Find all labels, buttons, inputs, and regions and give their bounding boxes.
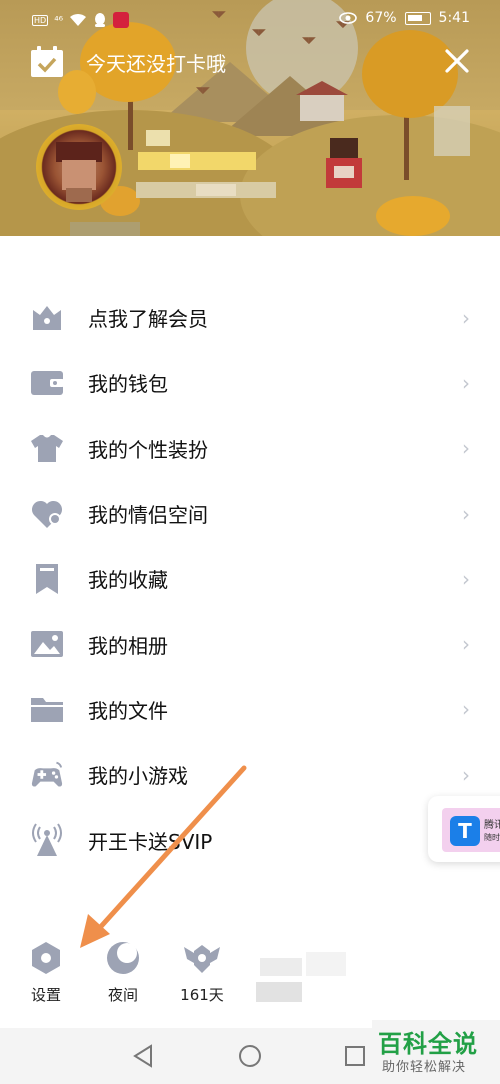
image-icon <box>30 627 64 661</box>
floating-card-inner: T 腾讯 随时 <box>442 808 500 852</box>
menu-item-label: 我的相册 <box>88 633 168 658</box>
home-circle-icon[interactable] <box>238 1044 262 1068</box>
bottom-toolbar: 设置 夜间 161天 <box>0 938 500 1014</box>
menu-item-king-card[interactable]: 开王卡送SVIP <box>0 807 500 872</box>
settings-button[interactable]: 设置 <box>16 938 76 1005</box>
checkin-row[interactable]: 今天还没打卡哦 <box>30 46 226 78</box>
menu-item-label: 我的钱包 <box>88 372 168 397</box>
menu-item-wallet[interactable]: 我的钱包 › <box>0 350 500 415</box>
close-icon[interactable] <box>440 44 474 78</box>
night-mode-button[interactable]: 夜间 <box>93 938 153 1005</box>
battery-percent: 67% <box>365 10 397 26</box>
menu-item-files[interactable]: 我的文件 › <box>0 677 500 742</box>
bird-icon: ◥◤ <box>196 86 210 96</box>
pixelated-item <box>256 948 356 1006</box>
badge-pixelated <box>326 138 362 190</box>
vip-label-pixelated <box>70 222 140 236</box>
bookmark-icon <box>30 562 64 596</box>
menu-item-minigames[interactable]: 我的小游戏 › <box>0 742 500 807</box>
banner-pixelated <box>434 106 470 156</box>
heart-icon <box>30 497 64 531</box>
winged-badge-icon <box>182 938 222 978</box>
status-left: HD ⁴⁶ <box>32 12 130 28</box>
back-triangle-icon[interactable] <box>132 1044 154 1068</box>
chevron-right-icon: › <box>462 501 470 526</box>
drawer-menu: 点我了解会员 › 我的钱包 › 我的个性装扮 › 我的情侣空间 › 我的收藏 › <box>0 285 500 873</box>
floating-card-subtitle: 随时 <box>484 833 500 842</box>
menu-item-couple-space[interactable]: 我的情侣空间 › <box>0 481 500 546</box>
floating-card-title: 腾讯 <box>484 820 500 831</box>
nickname-pixelated <box>136 126 296 206</box>
menu-item-label: 我的收藏 <box>88 568 168 593</box>
menu-item-label: 我的小游戏 <box>88 764 188 789</box>
chevron-right-icon: › <box>462 370 470 395</box>
battery-icon <box>404 11 431 25</box>
calendar-check-icon <box>31 46 63 77</box>
wifi-icon <box>70 13 87 26</box>
menu-item-favorites[interactable]: 我的收藏 › <box>0 546 500 611</box>
menu-item-album[interactable]: 我的相册 › <box>0 611 500 676</box>
settings-hexagon-icon <box>26 938 66 978</box>
checkin-days-label: 161天 <box>180 986 224 1004</box>
antenna-icon <box>30 823 64 857</box>
tencent-app-icon: T <box>450 816 480 846</box>
chevron-right-icon: › <box>462 697 470 722</box>
menu-item-label: 我的文件 <box>88 698 168 723</box>
menu-item-vip[interactable]: 点我了解会员 › <box>0 285 500 350</box>
qq-icon <box>95 13 106 27</box>
crown-icon <box>30 301 64 335</box>
gamepad-icon <box>30 758 64 792</box>
app-notification-icon <box>113 12 130 28</box>
folder-icon <box>30 692 64 726</box>
hd-indicator: HD <box>32 14 49 26</box>
avatar[interactable] <box>36 124 122 210</box>
shirt-icon <box>30 431 64 465</box>
clock: 5:41 <box>438 10 470 26</box>
settings-label: 设置 <box>30 986 61 1004</box>
eye-icon <box>339 12 358 24</box>
chevron-right-icon: › <box>462 762 470 787</box>
chevron-right-icon: › <box>462 566 470 591</box>
checkin-text: 今天还没打卡哦 <box>86 51 226 76</box>
menu-item-label: 我的个性装扮 <box>88 437 208 462</box>
chevron-right-icon: › <box>462 305 470 330</box>
night-mode-label: 夜间 <box>107 986 138 1004</box>
watermark-title: 百科全说 <box>378 1030 478 1058</box>
menu-item-label: 开王卡送SVIP <box>88 829 213 854</box>
checkin-days-button[interactable]: 161天 <box>172 938 232 1005</box>
floating-app-card[interactable]: T 腾讯 随时 <box>428 796 500 862</box>
chevron-right-icon: › <box>462 632 470 657</box>
status-right: 67% 5:41 <box>339 10 470 26</box>
menu-item-dressup[interactable]: 我的个性装扮 › <box>0 416 500 481</box>
wallet-icon <box>30 366 64 400</box>
moon-icon <box>103 938 143 978</box>
menu-item-label: 我的情侣空间 <box>88 503 208 528</box>
watermark-subtitle: 助你轻松解决 <box>382 1060 467 1075</box>
status-bar: HD ⁴⁶ 67% 5:41 <box>0 0 500 40</box>
banner-tree <box>376 196 450 236</box>
signal-indicator: ⁴⁶ <box>54 13 64 27</box>
chevron-right-icon: › <box>462 436 470 461</box>
recents-square-icon[interactable] <box>344 1045 366 1067</box>
banner-house <box>296 81 348 121</box>
menu-item-label: 点我了解会员 <box>88 307 208 332</box>
profile-banner: ◥◤ ◥◤ ◥◤ ◥◤ ◥◤ HD ⁴⁶ 67% 5:41 今天还没打卡哦 <box>0 0 500 236</box>
watermark: 百科全说 助你轻松解决 <box>372 1020 500 1084</box>
